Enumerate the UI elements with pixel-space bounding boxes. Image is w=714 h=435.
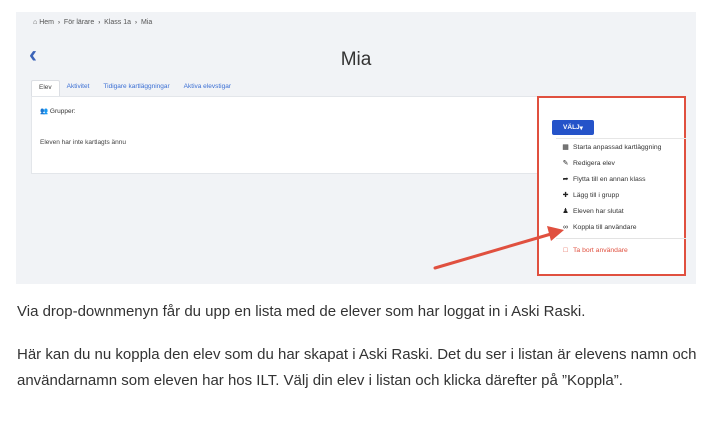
instruction-paragraph-1: Via drop-downmenyn får du upp en lista m… (17, 303, 586, 320)
instruction-paragraph-2: Här kan du nu koppla den elev som du har… (17, 346, 697, 389)
